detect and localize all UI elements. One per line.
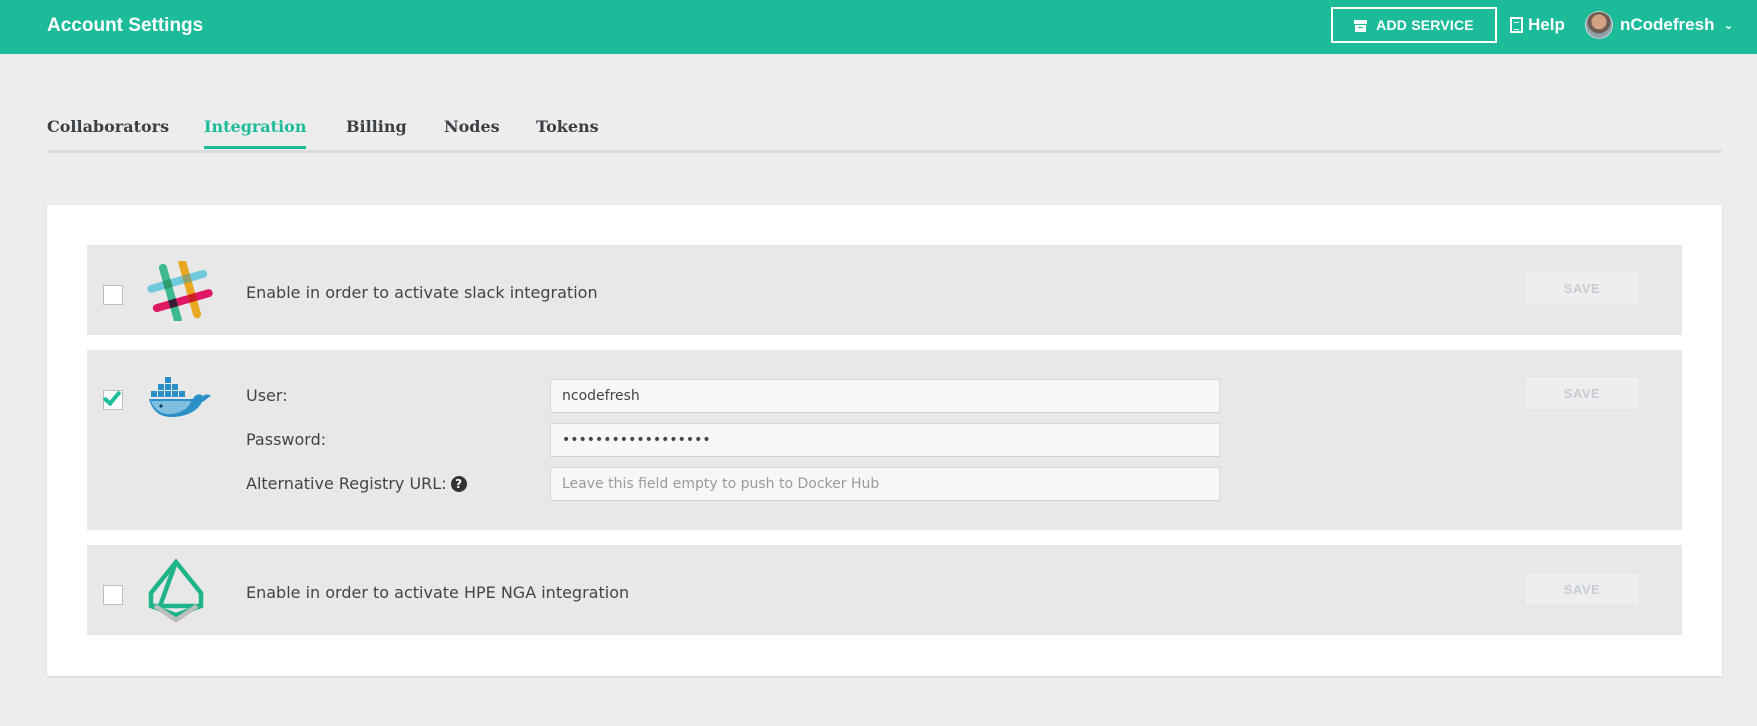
chevron-down-icon: ⌄ bbox=[1723, 18, 1734, 32]
checkmark-icon bbox=[102, 386, 122, 407]
settings-tabs: Collaborators Integration Billing Nodes … bbox=[47, 113, 1722, 153]
docker-user-input[interactable] bbox=[550, 379, 1220, 413]
hpe-nga-enable-checkbox[interactable] bbox=[103, 585, 123, 605]
tab-billing[interactable]: Billing bbox=[346, 117, 407, 146]
tab-nodes[interactable]: Nodes bbox=[444, 117, 500, 146]
hpe-nga-description: Enable in order to activate HPE NGA inte… bbox=[246, 583, 630, 602]
registry-url-label-text: Alternative Registry URL: bbox=[246, 474, 447, 493]
add-service-label: ADD SERVICE bbox=[1376, 17, 1474, 33]
registry-url-label: Alternative Registry URL:? bbox=[246, 474, 467, 493]
tab-integration[interactable]: Integration bbox=[204, 117, 307, 149]
docker-integration-row: User: Password: Alternative Registry URL… bbox=[87, 350, 1682, 530]
document-icon bbox=[1510, 17, 1523, 33]
slack-description: Enable in order to activate slack integr… bbox=[246, 283, 598, 302]
help-link[interactable]: Help bbox=[1510, 15, 1565, 35]
docker-save-button[interactable]: SAVE bbox=[1524, 376, 1640, 410]
registry-url-input[interactable] bbox=[550, 467, 1220, 501]
slack-save-button[interactable]: SAVE bbox=[1524, 271, 1640, 305]
slack-integration-row: Enable in order to activate slack integr… bbox=[87, 245, 1682, 335]
user-menu[interactable]: nCodefresh ⌄ bbox=[1585, 11, 1734, 39]
avatar bbox=[1585, 11, 1613, 39]
tab-tokens[interactable]: Tokens bbox=[536, 117, 599, 146]
help-label: Help bbox=[1528, 15, 1565, 34]
password-label: Password: bbox=[246, 430, 327, 449]
hpe-nga-save-button[interactable]: SAVE bbox=[1524, 572, 1640, 606]
user-label: User: bbox=[246, 386, 288, 405]
docker-logo-icon bbox=[149, 377, 211, 417]
hpe-nga-integration-row: Enable in order to activate HPE NGA inte… bbox=[87, 545, 1682, 635]
integration-panel: Enable in order to activate slack integr… bbox=[47, 205, 1722, 676]
help-question-icon[interactable]: ? bbox=[450, 476, 467, 492]
top-bar: Account Settings ADD SERVICE Help nCodef… bbox=[0, 0, 1757, 54]
archive-icon bbox=[1354, 19, 1368, 32]
tab-collaborators[interactable]: Collaborators bbox=[47, 117, 169, 146]
page-title: Account Settings bbox=[47, 15, 204, 36]
add-service-button[interactable]: ADD SERVICE bbox=[1331, 7, 1497, 43]
username: nCodefresh bbox=[1620, 15, 1715, 34]
slack-logo-icon bbox=[147, 261, 213, 321]
slack-enable-checkbox[interactable] bbox=[103, 285, 123, 305]
docker-password-input[interactable] bbox=[550, 423, 1220, 457]
docker-enable-checkbox[interactable] bbox=[102, 386, 123, 410]
hpe-nga-logo-icon bbox=[148, 559, 204, 623]
